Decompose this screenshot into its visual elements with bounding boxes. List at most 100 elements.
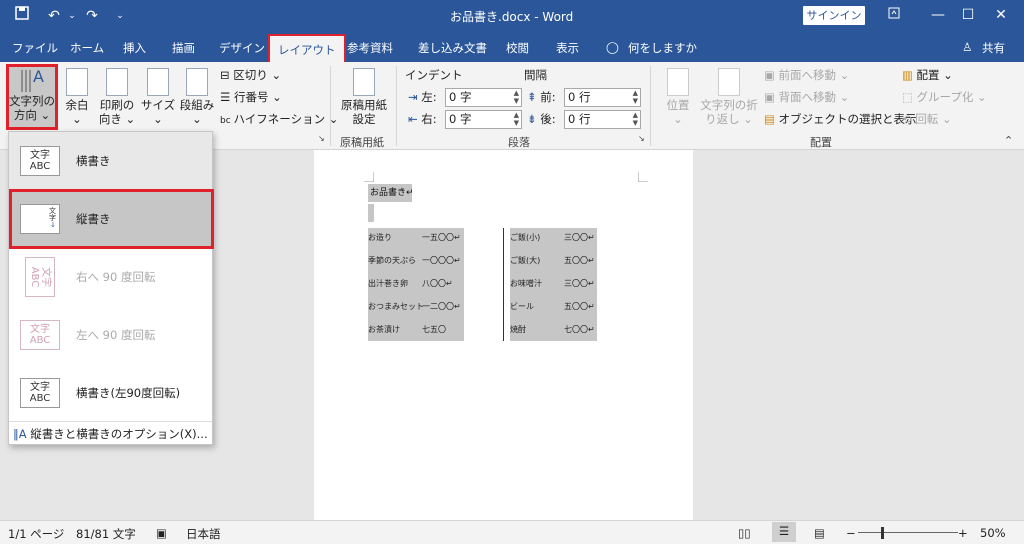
tab-design[interactable]: デザイン [219,40,265,56]
customize-toolbar-icon[interactable]: ⌄ [110,6,130,26]
group-button[interactable]: ⬚ グループ化 ⌄ [902,88,987,106]
document-page[interactable]: お品書き↵ お造り 一五〇〇↵ 季節の天ぷら 一〇〇〇↵ 出汁巻き卵 八〇〇↵ … [314,150,693,520]
orientation-label-2: 向き [98,112,122,126]
vertical-option-highlight [9,189,214,249]
tab-insert[interactable]: 挿入 [123,40,146,56]
align-button[interactable]: ▥ 配置 ⌄ [902,66,953,84]
breaks-button[interactable]: ⊟ 区切り ⌄ [220,66,281,84]
print-layout-icon[interactable]: ☰ [772,522,796,542]
close-button[interactable]: ✕ [980,0,1022,32]
spacing-heading: 間隔 [524,68,547,82]
horizontal-rotated-text-icon: 文字 ABC [20,378,60,408]
spin-arrows-icon[interactable]: ▲ ▼ [514,89,519,105]
left-menu-block: お造り 一五〇〇↵ 季節の天ぷら 一〇〇〇↵ 出汁巻き卵 八〇〇↵ おつまみセッ… [368,228,464,341]
lightbulb-icon: ◯ [606,40,619,54]
menu-item-price: 一五〇〇↵ [422,233,461,242]
size-label: サイズ [140,98,176,112]
menu-item-name: お茶漬け [368,325,400,334]
tab-layout[interactable]: レイアウト [268,34,346,62]
proofing-icon[interactable]: ▣ [156,526,167,540]
zoom-out-icon[interactable]: − [846,526,856,540]
menu-item-price: 一二〇〇↵ [422,302,461,311]
menu-item-rotate-left[interactable]: 文字 ABC 左へ 90 度回転 [9,306,212,364]
spin-arrows-icon[interactable]: ▲ ▼ [514,111,519,127]
size-button[interactable]: サイズ ⌄ [140,68,176,126]
line-numbers-button[interactable]: ☰ 行番号 ⌄ [220,88,282,106]
ribbon-display-options-icon[interactable] [873,0,915,32]
tell-me-search[interactable]: 何をしますか [628,40,697,56]
orientation-button[interactable]: 印刷の 向き ⌄ [97,68,137,126]
zoom-in-icon[interactable]: + [958,526,968,540]
tab-references[interactable]: 参考資料 [347,40,393,56]
page-setup-launcher-icon[interactable]: ↘ [318,134,325,143]
tab-home[interactable]: ホーム [70,40,104,56]
menu-item-name: ご飯(大) [510,256,541,265]
hyphenation-icon: bc [220,116,234,126]
spin-arrows-icon[interactable]: ▲ ▼ [633,89,638,105]
spacing-after-input[interactable]: 0 行 ▲ ▼ [564,110,641,129]
undo-dropdown-icon[interactable]: ⌄ [62,6,82,26]
menu-item-price: 一〇〇〇↵ [422,256,461,265]
indent-right-input[interactable]: 0 字 ▲ ▼ [445,110,522,129]
share-button[interactable]: 共有 [982,40,1005,56]
indent-right-label: ⇤ 右: [408,112,437,126]
collapse-ribbon-icon[interactable]: ⌃ [1004,134,1013,147]
word-count[interactable]: 81/81 文字 [76,526,136,542]
rotate-left-text-icon: 文字 ABC [20,320,60,350]
line-numbers-icon: ☰ [220,90,234,104]
genko-label-1: 原稿用紙 [341,98,387,112]
signin-button[interactable]: サインイン [803,6,865,25]
menu-item-horizontal-rotated[interactable]: 文字 ABC 横書き(左90度回転) [9,364,212,422]
spacing-before-label: ⇞ 前: [527,90,556,104]
language[interactable]: 日本語 [186,526,221,542]
spacing-before-icon: ⇞ [527,90,537,104]
hyphenation-label: ハイフネーション [233,112,326,126]
send-backward-button[interactable]: ▣ 背面へ移動 ⌄ [764,88,849,106]
columns-icon [186,68,208,96]
text-direction-options-label: 縦書きと横書きのオプション(X)... [30,427,208,441]
menu-item-name: 出汁巻き卵 [368,279,408,288]
menu-item-name: 焼酎 [510,325,526,334]
redo-icon[interactable]: ↷ [82,6,102,26]
divider [650,66,651,146]
zoom-level[interactable]: 50% [980,526,1006,540]
rotate-button[interactable]: ⟲ 回転 ⌄ [902,110,952,128]
columns-button[interactable]: 段組み ⌄ [179,68,215,126]
position-button[interactable]: 位置 ⌄ [660,68,696,126]
divider [396,66,397,146]
paragraph-launcher-icon[interactable]: ↘ [638,134,645,143]
tab-mailings[interactable]: 差し込み文書 [418,40,487,56]
zoom-slider[interactable] [858,532,958,533]
indent-left-input[interactable]: 0 字 ▲ ▼ [445,88,522,107]
save-icon[interactable] [12,6,32,26]
genko-icon [353,68,375,96]
menu-item-price: 七〇〇↵ [564,325,595,334]
position-icon [667,68,689,96]
spacing-before-value: 0 行 [568,90,591,104]
web-layout-icon[interactable]: ▤ [814,526,825,540]
hyphenation-button[interactable]: bc ハイフネーション ⌄ [220,110,338,128]
tab-file[interactable]: ファイル [12,40,58,56]
tab-draw[interactable]: 描画 [172,40,195,56]
margins-button[interactable]: 余白 ⌄ [62,68,92,126]
genko-setup-button[interactable]: 原稿用紙 設定 [338,68,390,126]
tab-review[interactable]: 校閲 [506,40,529,56]
spin-arrows-icon[interactable]: ▲ ▼ [633,111,638,127]
tab-view[interactable]: 表示 [556,40,579,56]
selection-pane-button[interactable]: ▤ オブジェクトの選択と表示 [764,110,917,128]
undo-icon[interactable]: ↶ [44,6,64,26]
spacing-after-value: 0 行 [568,112,591,126]
zoom-slider-thumb[interactable] [881,527,884,539]
menu-item-rotate-right[interactable]: 文字 ABC 右へ 90 度回転 [9,248,212,306]
menu-item-horizontal[interactable]: 文字 ABC 横書き [9,132,212,190]
selection-pane-icon: ▤ [764,112,779,126]
page-count[interactable]: 1/1 ページ [8,526,64,542]
wrap-text-button[interactable]: 文字列の折 り返し ⌄ [700,68,758,126]
menu-item-name: お造り [368,233,392,242]
read-mode-icon[interactable]: ▯▯ [738,526,751,540]
arrange-group-label: 配置 [810,136,832,149]
bring-forward-button[interactable]: ▣ 前面へ移動 ⌄ [764,66,849,84]
text-direction-options-item[interactable]: ‖A 縦書きと横書きのオプション(X)... [13,425,209,443]
spacing-before-input[interactable]: 0 行 ▲ ▼ [564,88,641,107]
indent-left-value: 0 字 [449,90,472,104]
